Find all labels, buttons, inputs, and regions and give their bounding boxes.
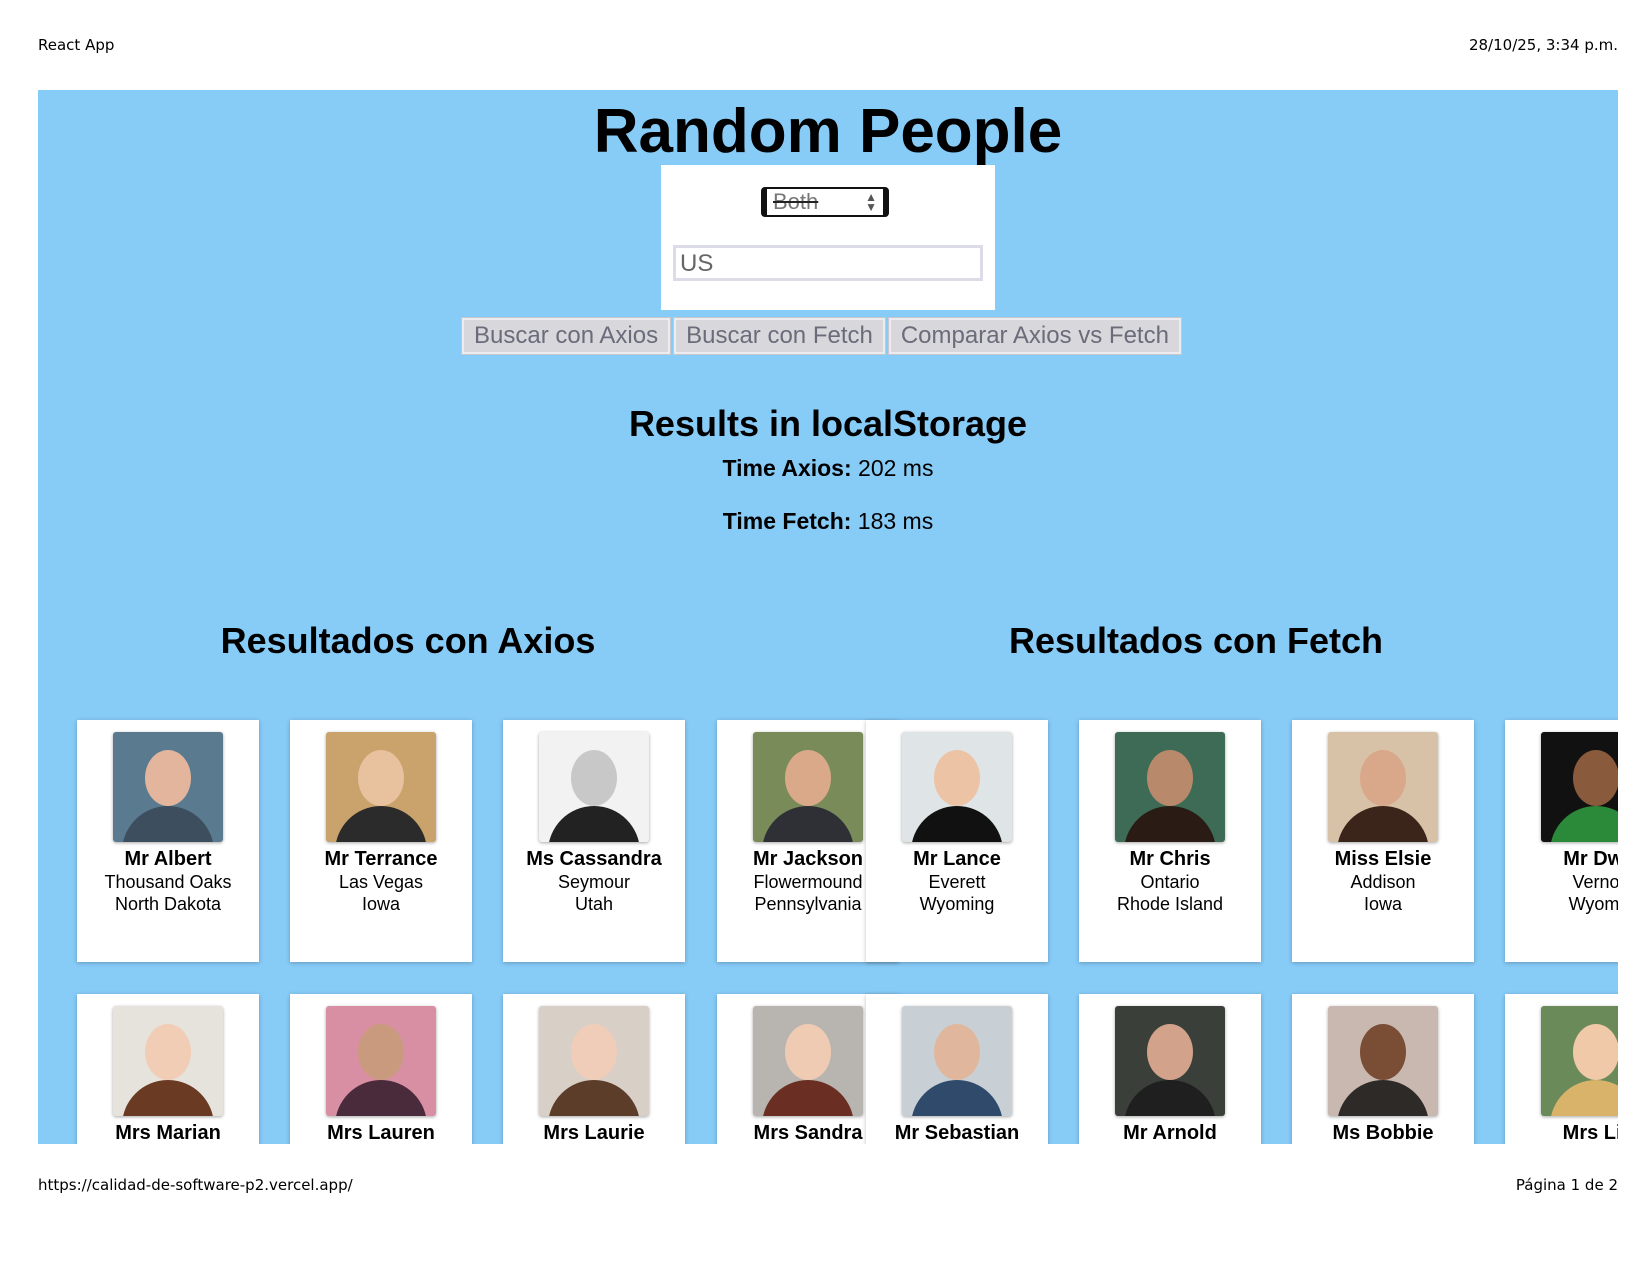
gender-select-value: Both (773, 189, 819, 214)
person-photo (902, 732, 1012, 842)
page-title: Random People (593, 97, 1063, 166)
person-card: Mr DwiVernoWyomi (1505, 720, 1618, 962)
person-photo (753, 732, 863, 842)
person-name: Ms Cassandra (526, 848, 662, 870)
person-state: Rhode Island (1116, 894, 1224, 914)
app-container: Random People Both ▲ ▼ US Buscar con Axio… (38, 90, 1618, 1144)
person-card: Mr Terrance Las Vegas Iowa (290, 720, 472, 962)
person-photo (1328, 732, 1438, 842)
person-name: Ms Bobbie (1332, 1122, 1434, 1144)
time-axios-value: 202 ms (858, 455, 934, 481)
person-photo (539, 1006, 649, 1116)
person-photo (326, 732, 436, 842)
results-heading: Results in localStorage (628, 403, 1028, 444)
time-fetch-label: Time Fetch: (722, 508, 852, 534)
person-photo (1541, 732, 1618, 842)
print-footer-page: Página 1 de 2 (1515, 1176, 1618, 1194)
person-card: Mrs Lir (1505, 994, 1618, 1144)
person-card: Mr Albert Thousand Oaks North Dakota (77, 720, 259, 962)
person-card: Mr Lance Everett Wyoming (866, 720, 1048, 962)
person-name: Mrs Lauren (327, 1122, 435, 1144)
person-card: Mr Arnold (1079, 994, 1261, 1144)
person-state: Iowa (361, 894, 401, 914)
person-card: Ms Cassandra Seymour Utah (503, 720, 685, 962)
person-photo (753, 1006, 863, 1116)
gender-select[interactable]: Both ▲ ▼ (761, 187, 889, 217)
person-name: Mr Chris (1129, 848, 1211, 870)
person-photo (113, 732, 223, 842)
action-buttons: Buscar con Axios Buscar con Fetch Compar… (460, 317, 1182, 355)
person-city: Las Vegas (338, 872, 424, 892)
person-city: Thousand Oaks (104, 872, 232, 892)
person-name: Mr Lance (913, 848, 1001, 870)
person-state: Iowa (1363, 894, 1403, 914)
person-card: Mrs Laurie (503, 994, 685, 1144)
axios-section-title: Resultados con Axios (220, 620, 596, 661)
country-input[interactable]: US (673, 245, 983, 281)
print-header-datetime: 28/10/25, 3:34 p.m. (1468, 36, 1618, 54)
person-name: Mr Dwi (1563, 848, 1618, 870)
person-card: Mrs Lauren (290, 994, 472, 1144)
time-fetch-value: 183 ms (857, 508, 934, 534)
person-photo (1115, 1006, 1225, 1116)
compare-button[interactable]: Comparar Axios vs Fetch (887, 317, 1182, 355)
person-photo (902, 1006, 1012, 1116)
person-city: Seymour (557, 872, 631, 892)
person-state: Utah (574, 894, 614, 914)
print-header-title: React App (38, 36, 115, 54)
person-card: Mr Sebastian (866, 994, 1048, 1144)
person-name: Miss Elsie (1334, 848, 1432, 870)
person-photo (1541, 1006, 1618, 1116)
person-name: Mrs Lir (1562, 1122, 1618, 1144)
print-footer-url: https://calidad-de-software-p2.vercel.ap… (38, 1176, 353, 1194)
person-card: Miss Elsie Addison Iowa (1292, 720, 1474, 962)
person-name: Mr Terrance (324, 848, 438, 870)
person-name: Mr Arnold (1123, 1122, 1217, 1144)
person-name: Mrs Laurie (543, 1122, 645, 1144)
person-state: North Dakota (114, 894, 222, 914)
person-photo (326, 1006, 436, 1116)
search-axios-button[interactable]: Buscar con Axios (460, 317, 672, 355)
search-form: Both ▲ ▼ US (661, 165, 995, 310)
person-state: Wyoming (919, 894, 995, 914)
person-city: Addison (1350, 872, 1416, 892)
person-card: Mrs Marian (77, 994, 259, 1144)
select-arrows-icon: ▲ ▼ (865, 190, 877, 214)
person-card: Ms Bobbie (1292, 994, 1474, 1144)
person-city: Ontario (1140, 872, 1200, 892)
time-axios: Time Axios: 202 ms (38, 455, 1618, 482)
person-photo (539, 732, 649, 842)
person-city: Verno (1572, 872, 1618, 892)
person-name: Mr Albert (124, 848, 212, 870)
person-name: Mr Sebastian (894, 1122, 1020, 1144)
search-fetch-button[interactable]: Buscar con Fetch (673, 317, 886, 355)
fetch-section-title: Resultados con Fetch (1008, 620, 1384, 661)
person-name: Mrs Marian (115, 1122, 221, 1144)
time-axios-label: Time Axios: (722, 455, 852, 481)
person-photo (1115, 732, 1225, 842)
time-fetch: Time Fetch: 183 ms (38, 508, 1618, 535)
person-city: Everett (928, 872, 986, 892)
person-state: Wyomi (1568, 894, 1618, 914)
person-photo (1328, 1006, 1438, 1116)
person-photo (113, 1006, 223, 1116)
person-card: Mr Chris Ontario Rhode Island (1079, 720, 1261, 962)
